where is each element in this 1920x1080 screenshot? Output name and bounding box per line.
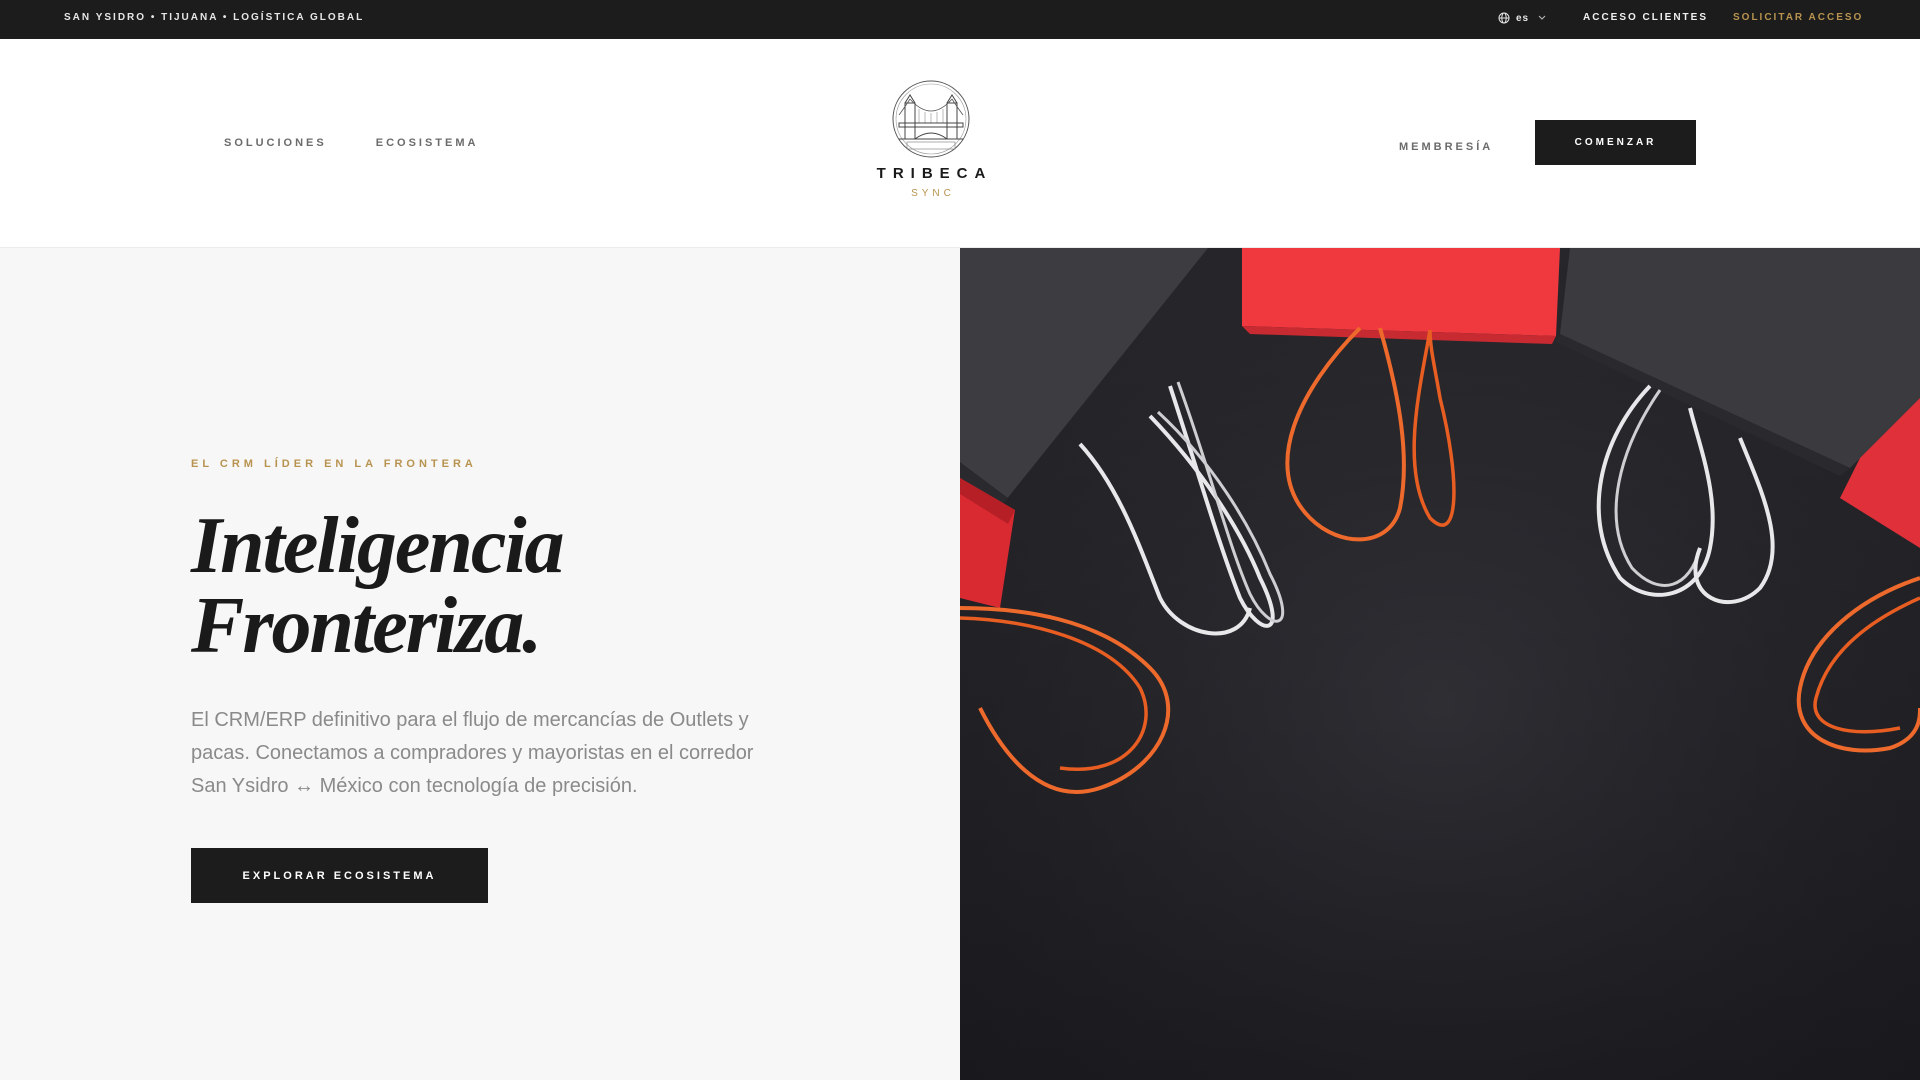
globe-icon xyxy=(1498,12,1510,24)
client-access-link[interactable]: ACCESO CLIENTES xyxy=(1583,0,1708,36)
hero-description: El CRM/ERP definitivo para el flujo de m… xyxy=(191,709,754,797)
hero-image xyxy=(960,248,1920,1080)
shopping-bags-illustration xyxy=(960,248,1920,1080)
hero-headline: Inteligencia Fronteriza. xyxy=(191,502,565,670)
hero-eyebrow: EL CRM LÍDER EN LA FRONTERA xyxy=(191,458,477,470)
explore-ecosystem-button[interactable]: EXPLORAR ECOSISTEMA xyxy=(191,848,488,903)
hero-content: EL CRM LÍDER EN LA FRONTERA Inteligencia… xyxy=(0,248,960,1080)
brand-subtitle: SYNC xyxy=(911,188,955,199)
headline-line-1: Inteligencia xyxy=(191,502,565,590)
nav-solutions[interactable]: SOLUCIONES xyxy=(224,137,327,149)
bridge-emblem-icon xyxy=(892,80,970,158)
primary-nav: SOLUCIONES ECOSISTEMA xyxy=(224,137,478,149)
secondary-nav: MEMBRESÍA xyxy=(1399,137,1493,155)
get-started-button[interactable]: COMENZAR xyxy=(1535,120,1696,165)
top-bar: SAN YSIDRO • TIJUANA • LOGÍSTICA GLOBAL … xyxy=(0,0,1920,39)
location-tagline: SAN YSIDRO • TIJUANA • LOGÍSTICA GLOBAL xyxy=(64,12,365,23)
language-label: es xyxy=(1516,12,1530,24)
chevron-down-icon xyxy=(1538,15,1546,20)
request-access-link[interactable]: SOLICITAR ACCESO xyxy=(1733,0,1863,36)
main-header: SOLUCIONES ECOSISTEMA TRIBECA SYNC MEMBR… xyxy=(0,39,1920,248)
nav-ecosystem[interactable]: ECOSISTEMA xyxy=(376,137,479,149)
brand-name: TRIBECA xyxy=(876,165,993,182)
headline-line-2: Fronteriza. xyxy=(191,582,542,670)
brand-logo[interactable]: TRIBECA SYNC xyxy=(860,79,1002,199)
language-selector[interactable]: es xyxy=(1498,0,1549,36)
nav-membership[interactable]: MEMBRESÍA xyxy=(1399,141,1493,153)
